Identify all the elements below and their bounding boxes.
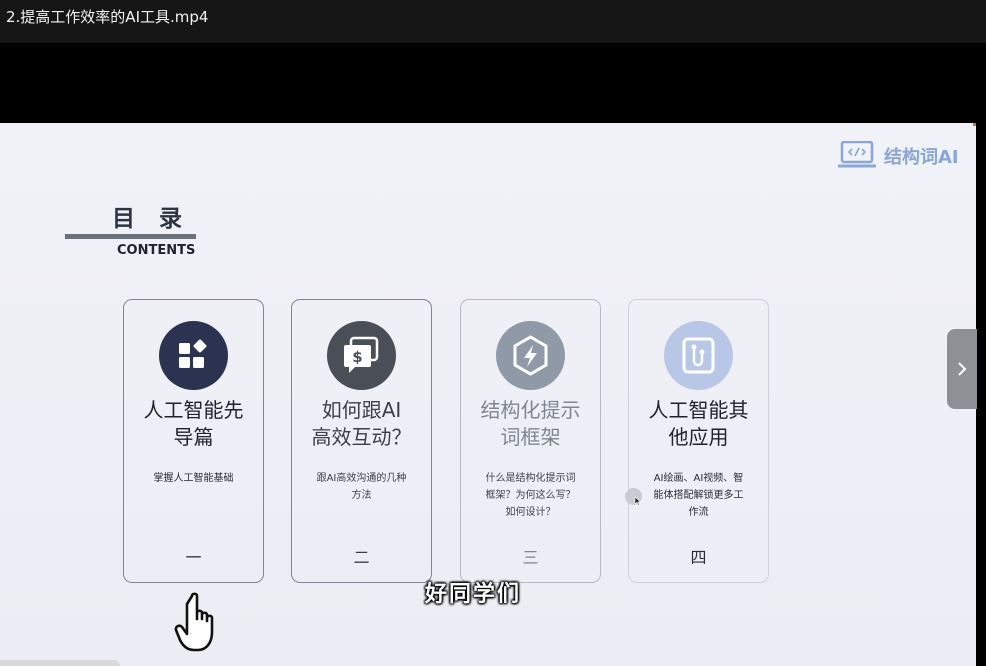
hand-pointer-icon xyxy=(174,592,214,652)
right-edge xyxy=(976,123,986,666)
video-title: 2.提高工作效率的AI工具.mp4 xyxy=(6,8,209,26)
card-description: 什么是结构化提示词 框架？为何这么写？ 如何设计？ xyxy=(485,473,576,518)
chat-dollar-icon: $ xyxy=(327,321,396,390)
bottom-scrollbar xyxy=(0,660,120,666)
presentation-slide: 结构词AI 目录 CONTENTS 人工智能先 导篇 掌握人工智能基础 一 $ … xyxy=(0,123,976,666)
card-description: 跟AI高效沟通的几种 方法 xyxy=(316,473,407,501)
toc-divider xyxy=(65,234,196,239)
card-description: 掌握人工智能基础 xyxy=(153,473,234,484)
mouse-pointer-icon xyxy=(634,496,642,506)
card-number: 三 xyxy=(522,548,539,567)
toc-title: 目录 xyxy=(112,206,206,232)
title-bar: 2.提高工作效率的AI工具.mp4 xyxy=(0,0,986,43)
chapter-card-3[interactable]: 结构化提示 词框架 什么是结构化提示词 框架？为何这么写？ 如何设计？ 三 xyxy=(460,299,601,583)
next-slide-button[interactable] xyxy=(947,329,977,409)
card-number: 一 xyxy=(185,548,202,567)
phone-link-icon xyxy=(664,321,733,390)
chapter-card-2[interactable]: $ 如何跟AI 高效互动？ 跟AI高效沟通的几种 方法 二 xyxy=(291,299,432,583)
hexagon-bolt-icon xyxy=(496,321,565,390)
chevron-right-icon xyxy=(958,362,967,376)
card-title: 人工智能先 导篇 xyxy=(143,398,244,449)
svg-text:$: $ xyxy=(352,348,362,366)
chapter-card-4[interactable]: 人工智能其 他应用 AI绘画、AI视频、智 能体搭配解锁更多工 作流 四 xyxy=(628,299,769,583)
card-number: 二 xyxy=(353,548,370,567)
letterbox-band xyxy=(0,43,986,123)
progress-dot xyxy=(973,123,976,126)
card-title: 人工智能其 他应用 xyxy=(648,398,749,449)
card-description: AI绘画、AI视频、智 能体搭配解锁更多工 作流 xyxy=(653,473,744,518)
card-number: 四 xyxy=(690,548,707,567)
grid-apps-icon xyxy=(159,321,228,390)
card-title: 如何跟AI 高效互动？ xyxy=(311,398,412,449)
laptop-code-icon xyxy=(838,141,876,168)
toc-subtitle: CONTENTS xyxy=(117,243,196,258)
video-subtitle: 好同学们 xyxy=(425,582,522,607)
chapter-card-1[interactable]: 人工智能先 导篇 掌握人工智能基础 一 xyxy=(123,299,264,583)
brand-name: 结构词AI xyxy=(884,147,959,168)
card-title: 结构化提示 词框架 xyxy=(480,398,581,449)
